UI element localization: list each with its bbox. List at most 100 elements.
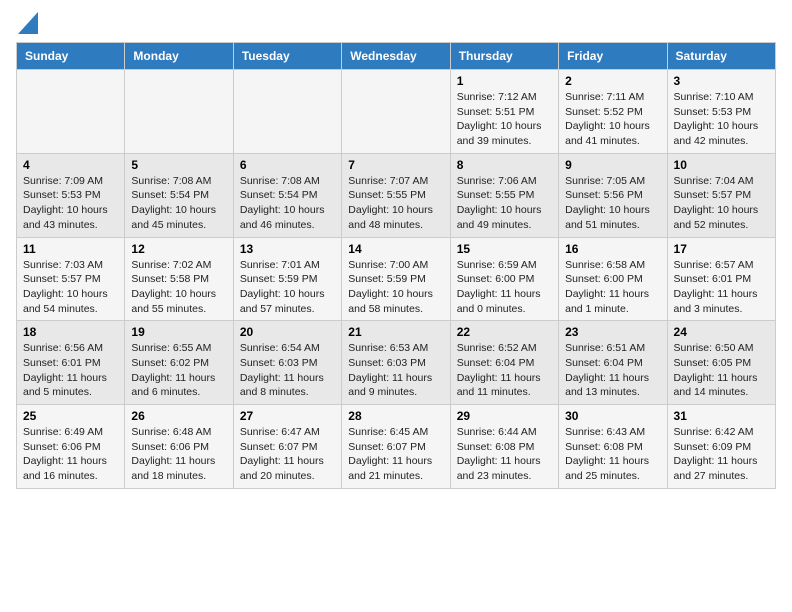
day-info: Sunrise: 7:08 AMSunset: 5:54 PMDaylight:… (240, 174, 335, 233)
calendar-cell: 6 Sunrise: 7:08 AMSunset: 5:54 PMDaylight… (233, 153, 341, 237)
calendar-cell (233, 70, 341, 154)
day-number: 26 (131, 409, 226, 423)
day-info: Sunrise: 7:10 AMSunset: 5:53 PMDaylight:… (674, 90, 769, 149)
calendar-cell: 14 Sunrise: 7:00 AMSunset: 5:59 PMDayligh… (342, 237, 450, 321)
days-of-week-row: SundayMondayTuesdayWednesdayThursdayFrid… (17, 43, 776, 70)
day-number: 6 (240, 158, 335, 172)
calendar-cell: 13 Sunrise: 7:01 AMSunset: 5:59 PMDayligh… (233, 237, 341, 321)
calendar-cell: 28 Sunrise: 6:45 AMSunset: 6:07 PMDayligh… (342, 405, 450, 489)
day-info: Sunrise: 7:08 AMSunset: 5:54 PMDaylight:… (131, 174, 226, 233)
dow-header-thursday: Thursday (450, 43, 558, 70)
day-info: Sunrise: 6:57 AMSunset: 6:01 PMDaylight:… (674, 258, 769, 317)
day-info: Sunrise: 6:44 AMSunset: 6:08 PMDaylight:… (457, 425, 552, 484)
day-number: 16 (565, 242, 660, 256)
day-info: Sunrise: 6:52 AMSunset: 6:04 PMDaylight:… (457, 341, 552, 400)
calendar-cell (342, 70, 450, 154)
day-info: Sunrise: 7:07 AMSunset: 5:55 PMDaylight:… (348, 174, 443, 233)
day-number: 29 (457, 409, 552, 423)
logo (16, 16, 38, 30)
calendar-cell: 19Sunrise: 6:55 AMSunset: 6:02 PMDayligh… (125, 321, 233, 405)
day-number: 10 (674, 158, 769, 172)
day-info: Sunrise: 6:47 AMSunset: 6:07 PMDaylight:… (240, 425, 335, 484)
day-number: 22 (457, 325, 552, 339)
day-info: Sunrise: 6:55 AMSunset: 6:02 PMDaylight:… (131, 341, 226, 400)
calendar-cell: 18 Sunrise: 6:56 AMSunset: 6:01 PMDayligh… (17, 321, 125, 405)
day-number: 20 (240, 325, 335, 339)
calendar-cell: 10 Sunrise: 7:04 AMSunset: 5:57 PMDayligh… (667, 153, 775, 237)
week-row-5: 25 Sunrise: 6:49 AMSunset: 6:06 PMDayligh… (17, 405, 776, 489)
calendar-cell: 16 Sunrise: 6:58 AMSunset: 6:00 PMDayligh… (559, 237, 667, 321)
day-number: 13 (240, 242, 335, 256)
calendar-cell: 12 Sunrise: 7:02 AMSunset: 5:58 PMDayligh… (125, 237, 233, 321)
day-number: 27 (240, 409, 335, 423)
day-info: Sunrise: 7:01 AMSunset: 5:59 PMDaylight:… (240, 258, 335, 317)
day-info: Sunrise: 7:04 AMSunset: 5:57 PMDaylight:… (674, 174, 769, 233)
dow-header-wednesday: Wednesday (342, 43, 450, 70)
day-info: Sunrise: 7:03 AMSunset: 5:57 PMDaylight:… (23, 258, 118, 317)
day-info: Sunrise: 6:43 AMSunset: 6:08 PMDaylight:… (565, 425, 660, 484)
calendar-cell: 9Sunrise: 7:05 AMSunset: 5:56 PMDaylight… (559, 153, 667, 237)
day-number: 2 (565, 74, 660, 88)
dow-header-saturday: Saturday (667, 43, 775, 70)
day-number: 24 (674, 325, 769, 339)
calendar-cell: 11 Sunrise: 7:03 AMSunset: 5:57 PMDayligh… (17, 237, 125, 321)
calendar-cell: 30 Sunrise: 6:43 AMSunset: 6:08 PMDayligh… (559, 405, 667, 489)
calendar-cell: 24 Sunrise: 6:50 AMSunset: 6:05 PMDayligh… (667, 321, 775, 405)
day-info: Sunrise: 7:06 AMSunset: 5:55 PMDaylight:… (457, 174, 552, 233)
day-number: 30 (565, 409, 660, 423)
page-header (16, 16, 776, 30)
calendar-cell: 4 Sunrise: 7:09 AMSunset: 5:53 PMDaylight… (17, 153, 125, 237)
dow-header-monday: Monday (125, 43, 233, 70)
day-info: Sunrise: 7:12 AMSunset: 5:51 PMDaylight:… (457, 90, 552, 149)
day-info: Sunrise: 6:50 AMSunset: 6:05 PMDaylight:… (674, 341, 769, 400)
day-number: 21 (348, 325, 443, 339)
day-number: 12 (131, 242, 226, 256)
day-info: Sunrise: 6:49 AMSunset: 6:06 PMDaylight:… (23, 425, 118, 484)
day-info: Sunrise: 6:58 AMSunset: 6:00 PMDaylight:… (565, 258, 660, 317)
day-number: 4 (23, 158, 118, 172)
day-number: 28 (348, 409, 443, 423)
calendar-cell: 1 Sunrise: 7:12 AMSunset: 5:51 PMDaylight… (450, 70, 558, 154)
calendar-cell: 23Sunrise: 6:51 AMSunset: 6:04 PMDayligh… (559, 321, 667, 405)
day-info: Sunrise: 6:48 AMSunset: 6:06 PMDaylight:… (131, 425, 226, 484)
calendar-cell: 7 Sunrise: 7:07 AMSunset: 5:55 PMDaylight… (342, 153, 450, 237)
calendar-cell: 26 Sunrise: 6:48 AMSunset: 6:06 PMDayligh… (125, 405, 233, 489)
calendar-body: 1 Sunrise: 7:12 AMSunset: 5:51 PMDaylight… (17, 70, 776, 489)
calendar-cell: 17 Sunrise: 6:57 AMSunset: 6:01 PMDayligh… (667, 237, 775, 321)
day-info: Sunrise: 7:05 AMSunset: 5:56 PMDaylight:… (565, 174, 660, 233)
calendar-cell (125, 70, 233, 154)
week-row-3: 11 Sunrise: 7:03 AMSunset: 5:57 PMDayligh… (17, 237, 776, 321)
week-row-4: 18 Sunrise: 6:56 AMSunset: 6:01 PMDayligh… (17, 321, 776, 405)
dow-header-tuesday: Tuesday (233, 43, 341, 70)
calendar-cell: 2Sunrise: 7:11 AMSunset: 5:52 PMDaylight… (559, 70, 667, 154)
calendar-cell: 20 Sunrise: 6:54 AMSunset: 6:03 PMDayligh… (233, 321, 341, 405)
day-number: 31 (674, 409, 769, 423)
day-number: 8 (457, 158, 552, 172)
day-info: Sunrise: 7:09 AMSunset: 5:53 PMDaylight:… (23, 174, 118, 233)
calendar-cell: 15Sunrise: 6:59 AMSunset: 6:00 PMDayligh… (450, 237, 558, 321)
logo-triangle-icon (18, 12, 38, 34)
dow-header-friday: Friday (559, 43, 667, 70)
day-number: 1 (457, 74, 552, 88)
day-info: Sunrise: 6:56 AMSunset: 6:01 PMDaylight:… (23, 341, 118, 400)
day-info: Sunrise: 7:00 AMSunset: 5:59 PMDaylight:… (348, 258, 443, 317)
day-info: Sunrise: 7:02 AMSunset: 5:58 PMDaylight:… (131, 258, 226, 317)
day-number: 25 (23, 409, 118, 423)
day-info: Sunrise: 6:42 AMSunset: 6:09 PMDaylight:… (674, 425, 769, 484)
calendar-cell: 25 Sunrise: 6:49 AMSunset: 6:06 PMDayligh… (17, 405, 125, 489)
day-number: 17 (674, 242, 769, 256)
calendar-cell: 31 Sunrise: 6:42 AMSunset: 6:09 PMDayligh… (667, 405, 775, 489)
day-info: Sunrise: 6:53 AMSunset: 6:03 PMDaylight:… (348, 341, 443, 400)
day-number: 7 (348, 158, 443, 172)
day-info: Sunrise: 6:54 AMSunset: 6:03 PMDaylight:… (240, 341, 335, 400)
day-number: 11 (23, 242, 118, 256)
day-number: 3 (674, 74, 769, 88)
calendar-cell: 29 Sunrise: 6:44 AMSunset: 6:08 PMDayligh… (450, 405, 558, 489)
calendar-cell: 8 Sunrise: 7:06 AMSunset: 5:55 PMDaylight… (450, 153, 558, 237)
day-number: 14 (348, 242, 443, 256)
calendar-cell: 5Sunrise: 7:08 AMSunset: 5:54 PMDaylight… (125, 153, 233, 237)
day-info: Sunrise: 6:45 AMSunset: 6:07 PMDaylight:… (348, 425, 443, 484)
day-number: 15 (457, 242, 552, 256)
day-number: 18 (23, 325, 118, 339)
calendar-cell (17, 70, 125, 154)
